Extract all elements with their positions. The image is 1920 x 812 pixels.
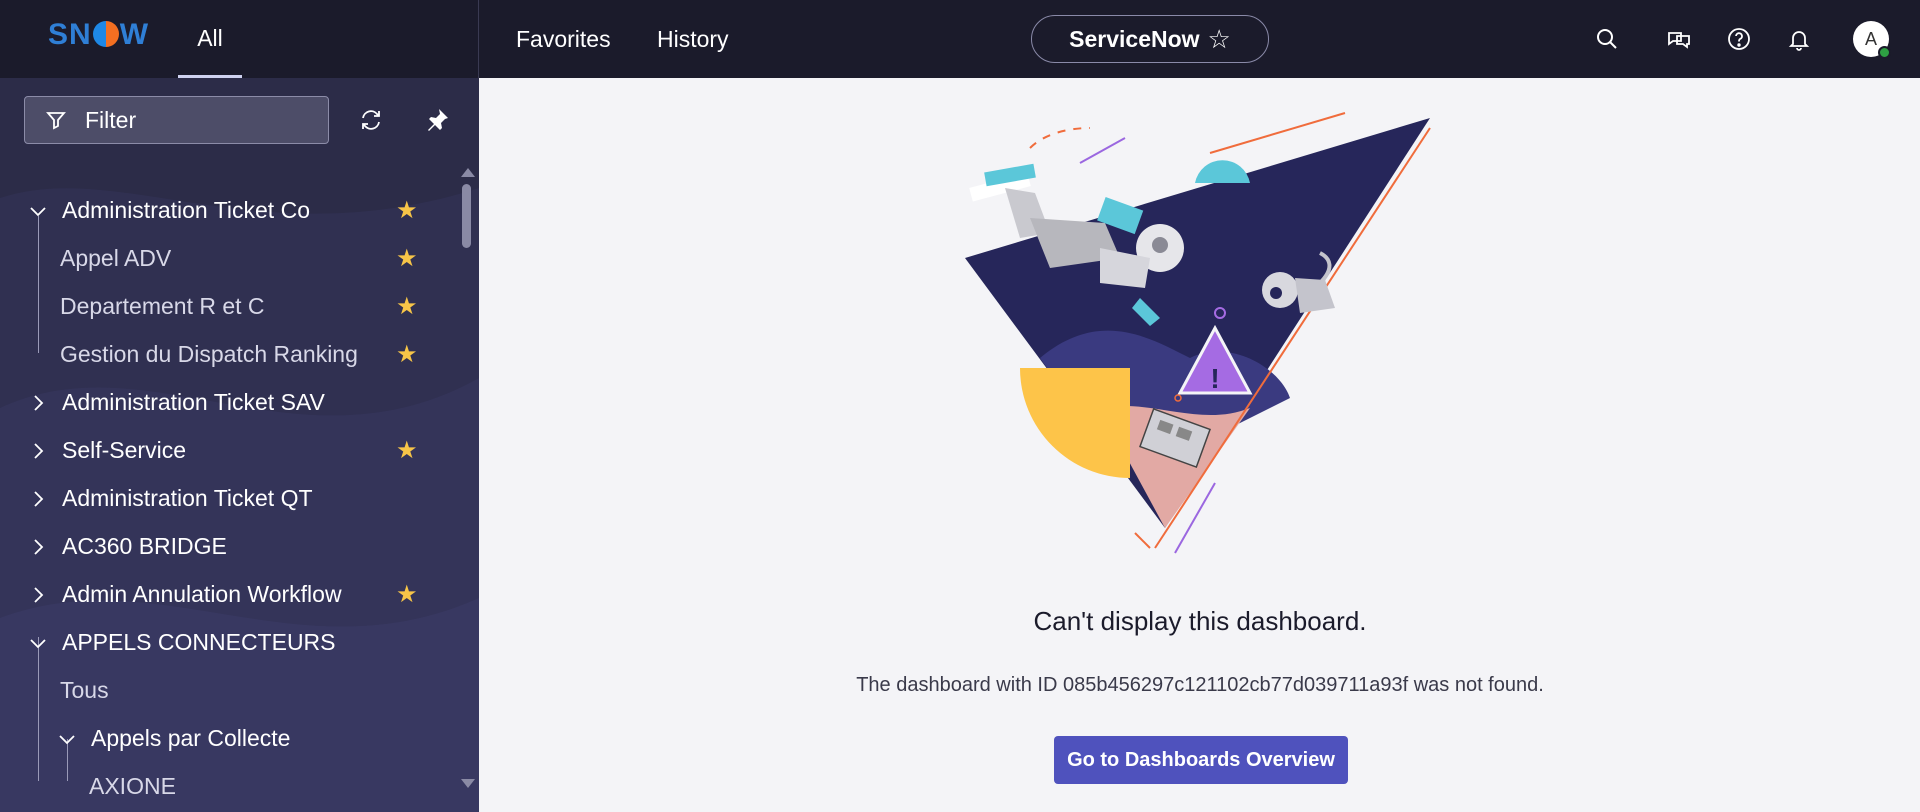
filter-placeholder: Filter xyxy=(85,106,137,133)
chat-icon[interactable] xyxy=(1664,24,1694,54)
menu-item-administration-ticket-co[interactable]: Administration Ticket Co ★ xyxy=(0,186,455,234)
help-icon[interactable] xyxy=(1724,24,1754,54)
star-outline-icon[interactable]: ☆ xyxy=(1208,24,1231,55)
tab-all[interactable]: All xyxy=(178,0,242,78)
top-navigation-bar: SN W All Favorites History ServiceNow ☆ A xyxy=(0,0,1920,78)
chevron-down-icon xyxy=(57,728,77,748)
user-avatar[interactable]: A xyxy=(1853,21,1891,59)
menu-item-administration-ticket-sav[interactable]: Administration Ticket SAV xyxy=(0,378,455,426)
menu-item-label: Admin Annulation Workflow xyxy=(62,580,342,607)
favorite-star-icon[interactable]: ★ xyxy=(396,340,418,369)
favorite-star-icon[interactable]: ★ xyxy=(396,292,418,321)
servicenow-logo[interactable]: SN W xyxy=(48,18,149,52)
menu-item-administration-ticket-qt[interactable]: Administration Ticket QT xyxy=(0,474,455,522)
refresh-icon[interactable] xyxy=(356,105,386,135)
chevron-right-icon xyxy=(28,488,48,508)
scrollbar-thumb[interactable] xyxy=(462,184,471,248)
menu-item-appel-adv[interactable]: Appel ADV ★ xyxy=(0,234,455,282)
menu-item-appels-connecteurs[interactable]: APPELS CONNECTEURS xyxy=(0,618,455,666)
menu-item-departement-r-et-c[interactable]: Departement R et C ★ xyxy=(0,282,455,330)
menu-item-axione[interactable]: AXIONE xyxy=(0,762,455,810)
pin-icon[interactable] xyxy=(422,105,452,135)
menu-filter-input[interactable]: Filter xyxy=(24,96,329,144)
menu-item-label: AC360 BRIDGE xyxy=(62,532,227,559)
lost-astronaut-illustration: ! xyxy=(965,112,1431,554)
bell-icon[interactable] xyxy=(1784,24,1814,54)
menu-item-label: Gestion du Dispatch Ranking xyxy=(60,340,358,367)
scroll-down-arrow-icon[interactable] xyxy=(461,779,475,788)
menu-item-admin-annulation-workflow[interactable]: Admin Annulation Workflow ★ xyxy=(0,570,455,618)
presence-indicator xyxy=(1878,46,1891,59)
menu-item-tous[interactable]: Tous xyxy=(0,666,455,714)
nav-favorites[interactable]: Favorites xyxy=(516,0,611,78)
error-title: Can't display this dashboard. xyxy=(1033,606,1367,636)
search-icon[interactable] xyxy=(1592,24,1622,54)
menu-item-label: AXIONE xyxy=(89,772,176,799)
menu-item-label: Tous xyxy=(60,676,109,703)
menu-item-ac360-bridge[interactable]: AC360 BRIDGE xyxy=(0,522,455,570)
error-message: The dashboard with ID 085b456297c121102c… xyxy=(856,674,1544,696)
sidebar-scrollbar[interactable] xyxy=(459,168,475,788)
menu-item-gestion-du-dispatch[interactable]: Gestion du Dispatch Ranking ★ xyxy=(0,330,455,378)
header-left-section: SN W All xyxy=(0,0,479,78)
chevron-down-icon xyxy=(28,632,48,652)
instance-name-pill[interactable]: ServiceNow ☆ xyxy=(1031,15,1269,63)
chevron-right-icon xyxy=(28,536,48,556)
instance-name: ServiceNow xyxy=(1069,25,1200,52)
menu-item-self-service[interactable]: Self-Service ★ xyxy=(0,426,455,474)
dashboard-content-area: ! Can't display this dashboard. The dash… xyxy=(480,78,1920,812)
tab-all-label: All xyxy=(197,25,223,51)
go-to-dashboards-overview-button[interactable]: Go to Dashboards Overview xyxy=(1054,736,1348,784)
menu-item-label: Appels par Collecte xyxy=(91,724,291,751)
menu-item-label: Departement R et C xyxy=(60,292,265,319)
menu-item-label: Administration Ticket SAV xyxy=(62,388,325,415)
favorite-star-icon[interactable]: ★ xyxy=(396,580,418,609)
favorite-star-icon[interactable]: ★ xyxy=(396,244,418,273)
menu-item-label: Appel ADV xyxy=(60,244,172,271)
menu-item-appels-par-collecte[interactable]: Appels par Collecte xyxy=(0,714,455,762)
chevron-right-icon xyxy=(28,584,48,604)
svg-text:!: ! xyxy=(1210,363,1219,394)
avatar-initial: A xyxy=(1864,29,1877,49)
nav-history[interactable]: History xyxy=(657,0,729,78)
all-menu-sidebar: Filter Administration Ticket Co ★ Appel … xyxy=(0,78,479,812)
chevron-right-icon xyxy=(28,392,48,412)
favorite-star-icon[interactable]: ★ xyxy=(396,196,418,225)
menu-item-label: Administration Ticket Co xyxy=(62,196,310,223)
chevron-down-icon xyxy=(28,200,48,220)
scroll-up-arrow-icon[interactable] xyxy=(461,168,475,177)
menu-item-label: Self-Service xyxy=(62,436,186,463)
filter-icon xyxy=(46,112,66,130)
chevron-right-icon xyxy=(28,440,48,460)
menu-item-label: Administration Ticket QT xyxy=(62,484,313,511)
favorite-star-icon[interactable]: ★ xyxy=(396,436,418,465)
menu-item-label: APPELS CONNECTEURS xyxy=(62,628,336,655)
